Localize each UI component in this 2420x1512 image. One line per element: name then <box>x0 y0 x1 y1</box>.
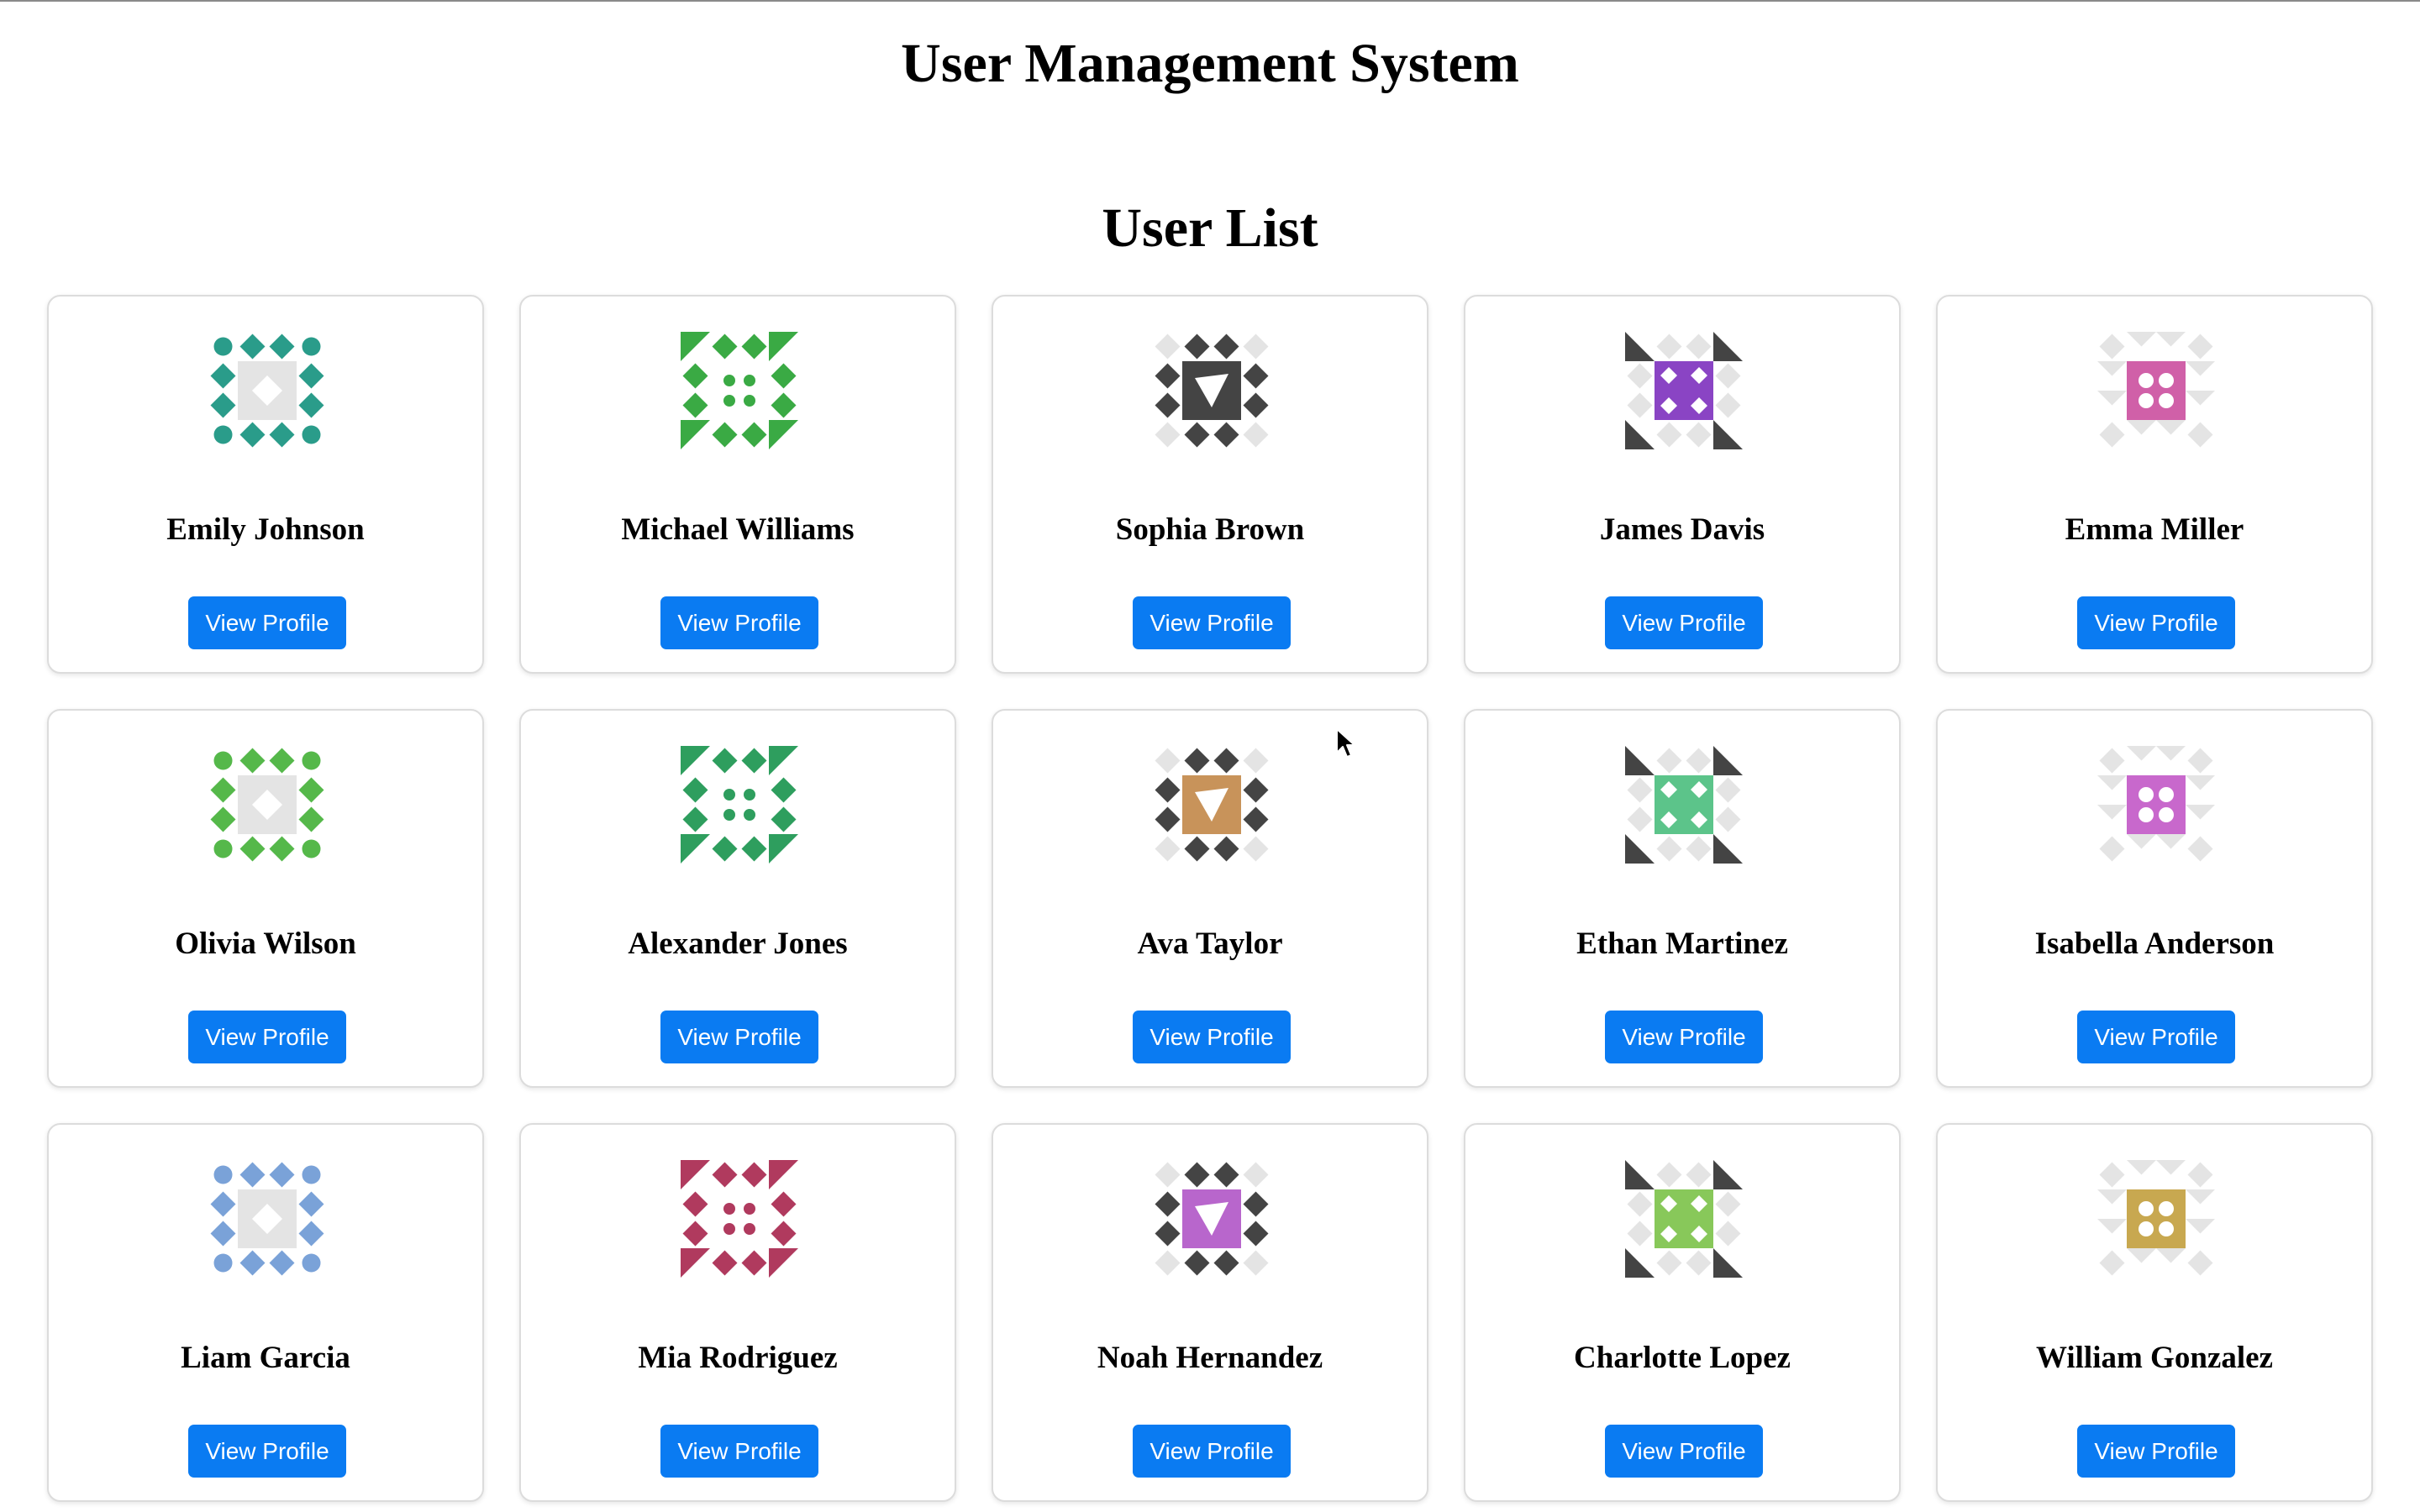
avatar-identicon-icon <box>208 332 326 449</box>
user-name: Isabella Anderson <box>2034 927 2275 961</box>
view-profile-button[interactable]: View Profile <box>188 1425 346 1478</box>
avatar-identicon-icon <box>1153 332 1270 449</box>
user-name: Emily Johnson <box>166 512 365 547</box>
user-card: Isabella Anderson View Profile <box>1936 709 2373 1088</box>
view-profile-button[interactable]: View Profile <box>2077 1011 2235 1063</box>
avatar-identicon-icon <box>1625 746 1743 864</box>
user-name: Emma Miller <box>2065 512 2244 547</box>
user-name: Liam Garcia <box>181 1341 350 1375</box>
user-name: Alexander Jones <box>628 927 848 961</box>
user-name: William Gonzalez <box>2036 1341 2273 1375</box>
view-profile-button[interactable]: View Profile <box>2077 596 2235 649</box>
avatar-identicon-icon <box>2097 746 2215 864</box>
avatar-identicon-icon <box>681 746 798 864</box>
user-name: Charlotte Lopez <box>1574 1341 1791 1375</box>
user-name: Sophia Brown <box>1115 512 1305 547</box>
top-divider <box>0 0 2420 2</box>
view-profile-button[interactable]: View Profile <box>1605 596 1763 649</box>
view-profile-button[interactable]: View Profile <box>660 596 818 649</box>
user-name: Ava Taylor <box>1137 927 1283 961</box>
user-name: Mia Rodriguez <box>638 1341 838 1375</box>
avatar-identicon-icon <box>2097 332 2215 449</box>
user-card: James Davis View Profile <box>1464 295 1901 674</box>
user-card: Ava Taylor View Profile <box>992 709 1428 1088</box>
view-profile-button[interactable]: View Profile <box>188 1011 346 1063</box>
section-title: User List <box>1102 197 1318 259</box>
mouse-cursor-icon <box>1336 728 1355 758</box>
user-card: Mia Rodriguez View Profile <box>519 1123 956 1502</box>
page-title: User Management System <box>901 33 1519 94</box>
user-card: Noah Hernandez View Profile <box>992 1123 1428 1502</box>
avatar-identicon-icon <box>1625 332 1743 449</box>
user-name: Noah Hernandez <box>1097 1341 1323 1375</box>
user-name: Ethan Martinez <box>1576 927 1788 961</box>
view-profile-button[interactable]: View Profile <box>1133 596 1291 649</box>
user-card: Michael Williams View Profile <box>519 295 956 674</box>
user-card: Alexander Jones View Profile <box>519 709 956 1088</box>
user-card: William Gonzalez View Profile <box>1936 1123 2373 1502</box>
view-profile-button[interactable]: View Profile <box>188 596 346 649</box>
user-card: Ethan Martinez View Profile <box>1464 709 1901 1088</box>
avatar-identicon-icon <box>1153 1160 1270 1278</box>
user-name: Olivia Wilson <box>175 927 356 961</box>
view-profile-button[interactable]: View Profile <box>660 1425 818 1478</box>
avatar-identicon-icon <box>1625 1160 1743 1278</box>
avatar-identicon-icon <box>2097 1160 2215 1278</box>
view-profile-button[interactable]: View Profile <box>1133 1011 1291 1063</box>
user-grid: Emily Johnson View Profile Michael Willi… <box>47 295 2373 1502</box>
view-profile-button[interactable]: View Profile <box>660 1011 818 1063</box>
user-card: Emily Johnson View Profile <box>47 295 484 674</box>
user-name: Michael Williams <box>621 512 855 547</box>
view-profile-button[interactable]: View Profile <box>1133 1425 1291 1478</box>
avatar-identicon-icon <box>681 332 798 449</box>
user-card: Olivia Wilson View Profile <box>47 709 484 1088</box>
avatar-identicon-icon <box>681 1160 798 1278</box>
view-profile-button[interactable]: View Profile <box>1605 1425 1763 1478</box>
view-profile-button[interactable]: View Profile <box>2077 1425 2235 1478</box>
view-profile-button[interactable]: View Profile <box>1605 1011 1763 1063</box>
avatar-identicon-icon <box>208 746 326 864</box>
avatar-identicon-icon <box>208 1160 326 1278</box>
avatar-identicon-icon <box>1153 746 1270 864</box>
user-card: Sophia Brown View Profile <box>992 295 1428 674</box>
user-name: James Davis <box>1599 512 1765 547</box>
user-card: Liam Garcia View Profile <box>47 1123 484 1502</box>
user-card: Emma Miller View Profile <box>1936 295 2373 674</box>
user-card: Charlotte Lopez View Profile <box>1464 1123 1901 1502</box>
